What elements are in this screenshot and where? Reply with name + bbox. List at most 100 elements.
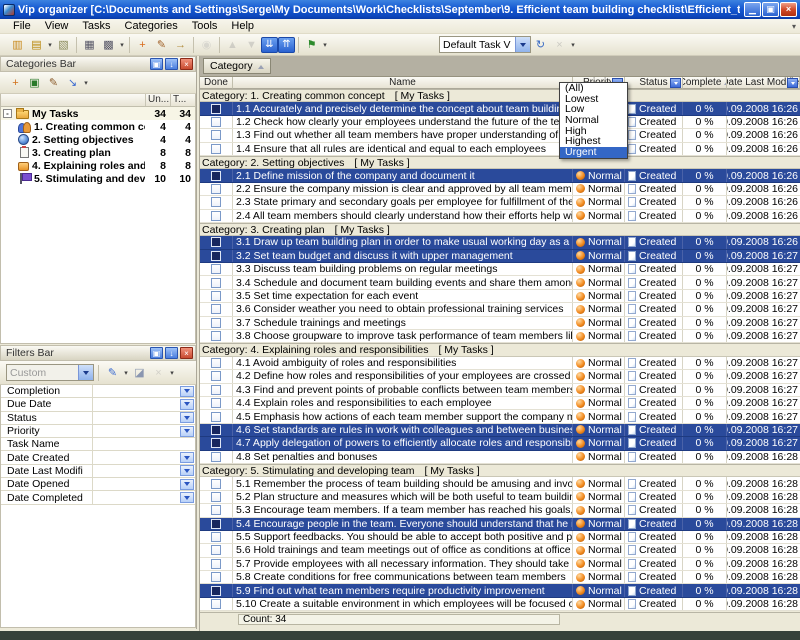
- task-row[interactable]: 3.7 Schedule trainings and meetingsNorma…: [200, 317, 800, 330]
- task-row[interactable]: 2.1 Define mission of the company and do…: [200, 169, 800, 182]
- done-checkbox[interactable]: [211, 559, 221, 569]
- task-row[interactable]: 1.2 Check how clearly your employees und…: [200, 116, 800, 129]
- print-icon[interactable]: ▦: [80, 36, 99, 54]
- combo-dropdown-icon[interactable]: [78, 365, 93, 380]
- done-checkbox[interactable]: [211, 171, 221, 181]
- menu-view[interactable]: View: [38, 19, 76, 34]
- task-row[interactable]: 4.3 Find and prevent points of probable …: [200, 384, 800, 397]
- erase-filter-icon[interactable]: ◪: [130, 364, 149, 382]
- task-row[interactable]: 3.2 Set team budget and discuss it with …: [200, 250, 800, 263]
- combo-dropdown-icon[interactable]: [515, 37, 530, 52]
- task-row[interactable]: 4.2 Define how roles and responsibilitie…: [200, 370, 800, 383]
- column-header-status[interactable]: Status: [625, 77, 683, 89]
- apply-filter-icon[interactable]: ✎: [103, 364, 122, 382]
- category-row[interactable]: Category: 4. Explaining roles and respon…: [200, 343, 800, 356]
- filter-dropdown-button[interactable]: [180, 426, 194, 437]
- done-checkbox[interactable]: [211, 318, 221, 328]
- panel-close-button[interactable]: ×: [180, 347, 193, 359]
- filter-dropdown-button[interactable]: [180, 479, 194, 490]
- task-row[interactable]: 5.3 Encourage team members. If a team me…: [200, 504, 800, 517]
- filter-button[interactable]: [670, 78, 681, 88]
- tree-item-category-1[interactable]: 1. Creating common concept44: [1, 120, 195, 133]
- category-row[interactable]: Category: 1. Creating common concept[ My…: [200, 89, 800, 102]
- menu-file[interactable]: File: [6, 19, 38, 34]
- task-row[interactable]: 5.5 Support feedbacks. You should be abl…: [200, 531, 800, 544]
- done-checkbox[interactable]: [211, 358, 221, 368]
- task-row[interactable]: 4.1 Avoid ambiguity of roles and respons…: [200, 357, 800, 370]
- done-checkbox[interactable]: [211, 104, 221, 114]
- task-row[interactable]: 3.5 Set time expectation for each eventN…: [200, 290, 800, 303]
- dropdown-caret-icon[interactable]: ▾: [118, 41, 126, 49]
- drag-task-icon[interactable]: →: [171, 36, 190, 54]
- done-checkbox[interactable]: [211, 572, 221, 582]
- filter-dropdown-button[interactable]: [180, 465, 194, 476]
- open-database-icon[interactable]: ▤: [27, 36, 46, 54]
- panel-pin-button[interactable]: ↓: [165, 58, 178, 70]
- apply-view-icon[interactable]: ↻: [531, 36, 550, 54]
- done-checkbox[interactable]: [211, 211, 221, 221]
- task-row[interactable]: 5.6 Hold trainings and team meetings out…: [200, 544, 800, 557]
- done-checkbox[interactable]: [211, 505, 221, 515]
- menu-help[interactable]: Help: [224, 19, 261, 34]
- task-row[interactable]: 1.4 Ensure that all rules are identical …: [200, 143, 800, 156]
- task-row[interactable]: 3.1 Draw up team building plan in order …: [200, 236, 800, 249]
- done-checkbox[interactable]: [211, 130, 221, 140]
- done-checkbox[interactable]: [211, 291, 221, 301]
- filter-dropdown-button[interactable]: [180, 386, 194, 397]
- dropdown-caret-icon[interactable]: ▾: [122, 369, 130, 377]
- task-row[interactable]: 4.4 Explain roles and responsibilities t…: [200, 397, 800, 410]
- task-row[interactable]: 2.4 All team members should clearly unde…: [200, 210, 800, 223]
- toolbar-options-icon[interactable]: ▾: [792, 22, 796, 31]
- filter-dropdown-button[interactable]: [180, 399, 194, 410]
- done-checkbox[interactable]: [211, 144, 221, 154]
- done-checkbox[interactable]: [211, 492, 221, 502]
- panel-minimize-button[interactable]: ▣: [150, 58, 163, 70]
- task-row[interactable]: 5.1 Remember the process of team buildin…: [200, 477, 800, 490]
- category-row[interactable]: Category: 2. Setting objectives[ My Task…: [200, 156, 800, 169]
- task-row[interactable]: 3.4 Schedule and document team building …: [200, 276, 800, 289]
- filter-dropdown-button[interactable]: [180, 492, 194, 503]
- new-task-icon[interactable]: +: [133, 36, 152, 54]
- task-row[interactable]: 4.8 Set penalties and bonusesNormalCreat…: [200, 451, 800, 464]
- delete-category-icon[interactable]: ↘: [63, 74, 82, 92]
- column-uncompleted[interactable]: Un...: [145, 94, 170, 106]
- protect-database-icon[interactable]: ▧: [54, 36, 73, 54]
- collapse-all-icon[interactable]: ⇈: [278, 37, 295, 53]
- task-row[interactable]: 5.8 Create conditions for free communica…: [200, 571, 800, 584]
- new-subcategory-icon[interactable]: ▣: [25, 74, 44, 92]
- filter-preset-combo[interactable]: Custom: [6, 364, 94, 381]
- panel-pin-button[interactable]: ↓: [165, 347, 178, 359]
- panel-minimize-button[interactable]: ▣: [150, 347, 163, 359]
- dropdown-caret-icon[interactable]: ▾: [46, 41, 54, 49]
- minimize-button[interactable]: ▁: [744, 2, 761, 17]
- column-header-name[interactable]: Name: [233, 77, 573, 89]
- done-checkbox[interactable]: [211, 251, 221, 261]
- done-checkbox[interactable]: [211, 532, 221, 542]
- restore-button[interactable]: ▣: [762, 2, 779, 17]
- task-row[interactable]: 1.1 Accurately and precisely determine t…: [200, 102, 800, 115]
- done-checkbox[interactable]: [211, 438, 221, 448]
- tree-item-category-3[interactable]: 3. Creating plan88: [1, 146, 195, 159]
- done-checkbox[interactable]: [211, 412, 221, 422]
- edit-category-icon[interactable]: ✎: [44, 74, 63, 92]
- column-total[interactable]: T...: [170, 94, 195, 106]
- done-checkbox[interactable]: [211, 197, 221, 207]
- new-database-icon[interactable]: ▥: [8, 36, 27, 54]
- category-row[interactable]: Category: 5. Stimulating and developing …: [200, 464, 800, 477]
- done-checkbox[interactable]: [211, 331, 221, 341]
- menu-categories[interactable]: Categories: [118, 19, 185, 34]
- new-category-icon[interactable]: +: [6, 74, 25, 92]
- done-checkbox[interactable]: [211, 425, 221, 435]
- done-checkbox[interactable]: [211, 237, 221, 247]
- done-checkbox[interactable]: [211, 545, 221, 555]
- task-row[interactable]: 4.5 Emphasis how actions of each team me…: [200, 410, 800, 423]
- print-preview-icon[interactable]: ▩: [99, 36, 118, 54]
- filter-dropdown-button[interactable]: [180, 452, 194, 463]
- task-view-flag-icon[interactable]: ⚑: [302, 36, 321, 54]
- done-checkbox[interactable]: [211, 599, 221, 609]
- task-row[interactable]: 5.4 Encourage people in the team. Everyo…: [200, 518, 800, 531]
- task-row[interactable]: 5.9 Find out what team members require p…: [200, 584, 800, 597]
- done-checkbox[interactable]: [211, 184, 221, 194]
- tree-item-my-tasks[interactable]: -My Tasks3434: [1, 107, 195, 120]
- task-row[interactable]: 4.6 Set standards are rules in work with…: [200, 424, 800, 437]
